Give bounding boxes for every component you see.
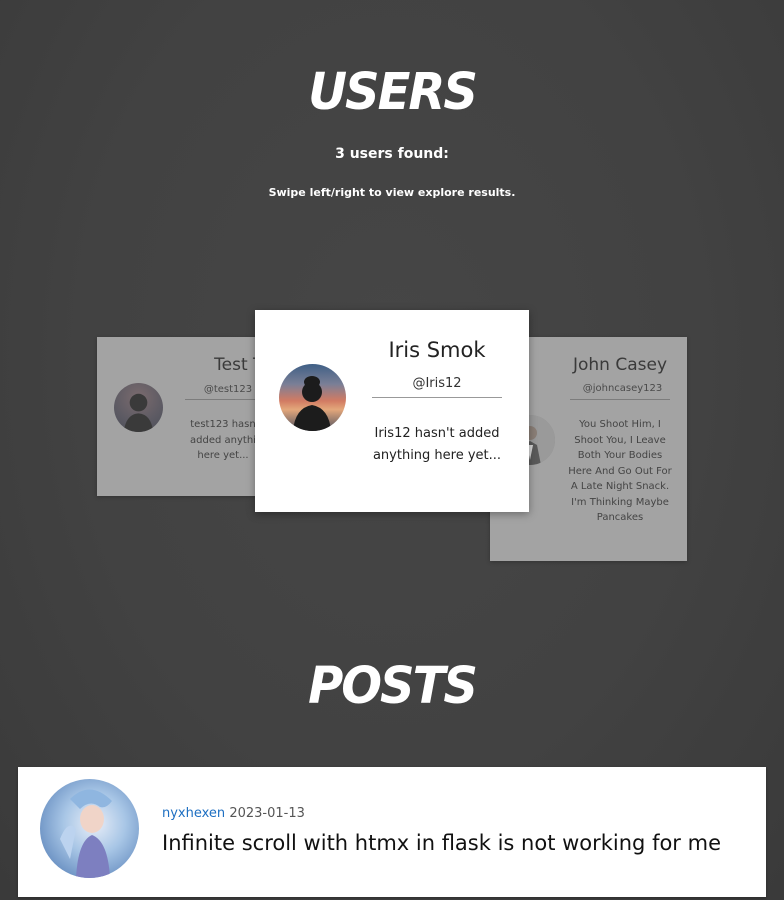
posts-heading: POSTS (308, 656, 478, 716)
user-name: John Casey (572, 355, 668, 375)
post-title[interactable]: Infinite scroll with htmx in flask is no… (162, 831, 721, 855)
user-silhouette-icon (123, 393, 154, 432)
user-avatar-illustration-icon (60, 789, 112, 878)
avatar (279, 364, 346, 431)
post-meta: nyxhexen 2023-01-13 (162, 806, 305, 821)
post-author[interactable]: nyxhexen (162, 806, 225, 821)
post-date: 2023-01-13 (229, 806, 305, 821)
divider (372, 397, 502, 398)
users-count: 3 users found: (335, 146, 449, 162)
user-bio: Iris12 hasn't added anything here yet... (372, 426, 502, 464)
user-handle: @Iris12 (412, 376, 462, 391)
user-silhouette-icon (293, 376, 331, 431)
avatar[interactable] (40, 779, 139, 878)
explore-page: USERS 3 users found: Swipe left/right to… (0, 0, 784, 900)
divider (570, 399, 670, 400)
post-card[interactable]: nyxhexen 2023-01-13 Infinite scroll with… (18, 767, 766, 897)
user-bio: You Shoot Him, I Shoot You, I Leave Both… (568, 419, 672, 523)
user-handle: @johncasey123 (582, 383, 663, 394)
user-card-iris12[interactable]: Iris Smok @Iris12 Iris12 hasn't added an… (255, 310, 529, 512)
users-heading: USERS (308, 62, 478, 122)
user-bio: test123 hasn added anythi here yet... (190, 419, 256, 461)
user-name: Iris Smok (388, 338, 486, 362)
avatar (114, 383, 163, 432)
swipe-hint: Swipe left/right to view explore results… (268, 186, 516, 199)
